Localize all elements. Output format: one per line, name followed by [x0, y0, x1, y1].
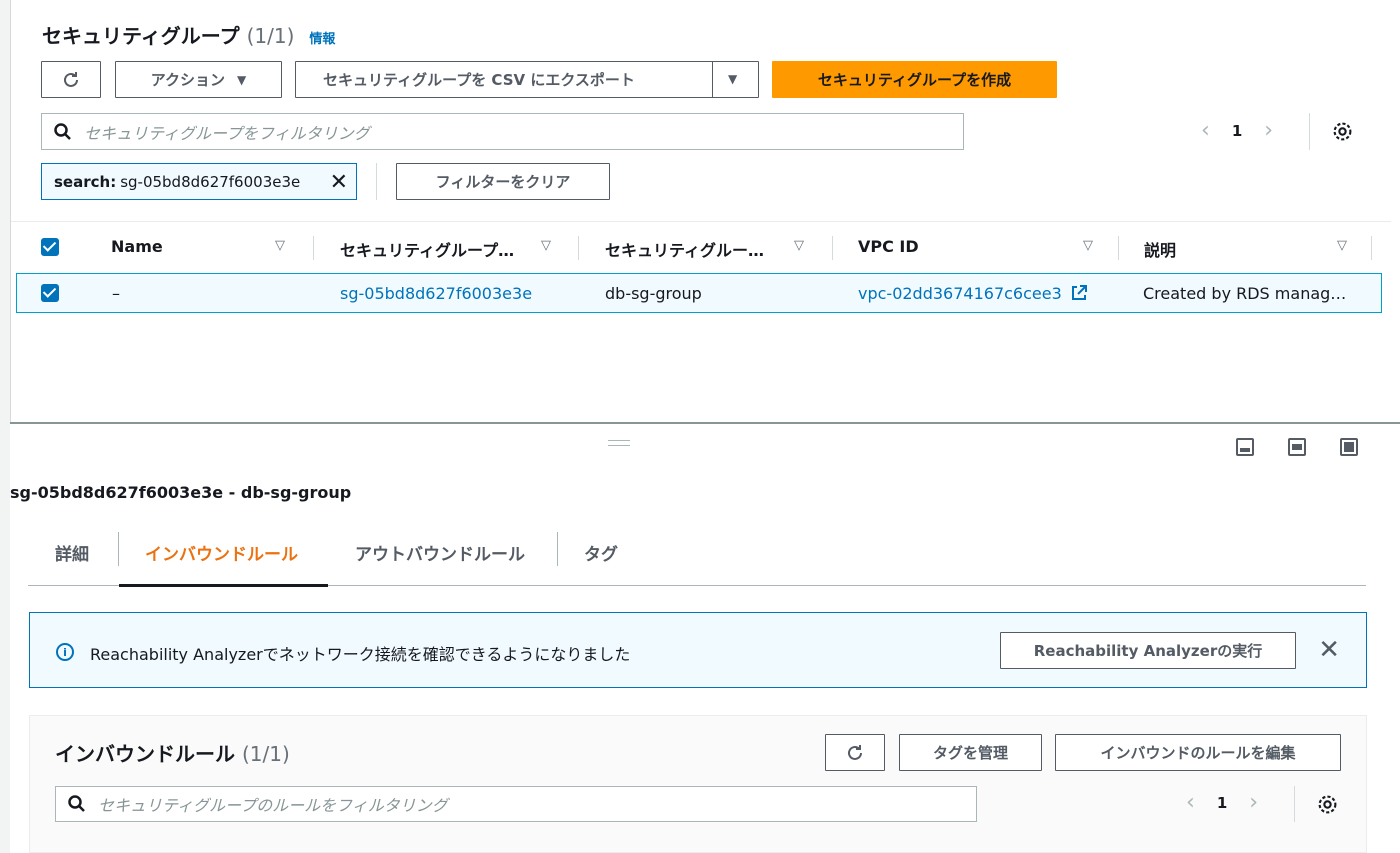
- info-link[interactable]: 情報: [309, 32, 335, 47]
- split-divider: [712, 62, 713, 97]
- current-page[interactable]: 1: [1232, 122, 1242, 140]
- resize-handle-icon[interactable]: [608, 440, 630, 446]
- sort-sg-name-icon[interactable]: ▽: [794, 238, 804, 253]
- column-separator: [578, 236, 579, 260]
- inbound-pagination: ‹ 1 ›: [1186, 790, 1258, 815]
- manage-tags-label: タグを管理: [932, 744, 1008, 762]
- sort-sg-id-icon[interactable]: ▽: [541, 238, 551, 253]
- vpc-id-text: vpc-02dd3674167c6cee3: [858, 284, 1062, 303]
- column-separator: [1371, 236, 1372, 260]
- previous-page-icon[interactable]: ‹: [1201, 118, 1210, 143]
- inbound-title-text: インバウンドルール: [55, 742, 235, 766]
- column-name[interactable]: Name: [111, 237, 163, 256]
- export-label: セキュリティグループを CSV にエクスポート: [323, 71, 635, 89]
- next-page-icon[interactable]: ›: [1249, 790, 1258, 815]
- pagination: ‹ 1 ›: [1201, 118, 1273, 143]
- column-separator: [313, 236, 314, 260]
- tab-outbound-rules[interactable]: アウトバウンドルール: [355, 540, 525, 565]
- next-page-icon[interactable]: ›: [1264, 118, 1273, 143]
- column-vpc-id[interactable]: VPC ID: [858, 237, 919, 256]
- tab-separator: [118, 532, 119, 566]
- panel-layout-controls: [1236, 438, 1358, 456]
- previous-page-icon[interactable]: ‹: [1186, 790, 1195, 815]
- tab-tags[interactable]: タグ: [584, 540, 618, 565]
- search-placeholder: セキュリティグループをフィルタリング: [84, 123, 370, 143]
- export-csv-button[interactable]: セキュリティグループを CSV にエクスポート ▼: [295, 61, 759, 98]
- column-separator: [832, 236, 833, 260]
- search-icon: [68, 795, 85, 812]
- filter-token: search: sg-05bd8d627f6003e3e ✕: [41, 163, 357, 200]
- rules-filter-placeholder: セキュリティグループのルールをフィルタリング: [98, 796, 448, 815]
- cell-sg-name: db-sg-group: [605, 284, 702, 303]
- actions-label: アクション: [150, 71, 226, 89]
- inbound-rules-card: インバウンドルール (1/1) タグを管理 インバウンドのルールを編集 セキュリ…: [29, 715, 1367, 853]
- security-groups-panel: セキュリティグループ (1/1) 情報 アクション ▼ セキュリティグループを …: [10, 0, 1400, 422]
- column-separator: [1118, 236, 1119, 260]
- table-header: Name ▽ セキュリティグループ… ▽ セキュリティグルー… ▽ VPC ID…: [11, 221, 1391, 273]
- cell-name: –: [112, 284, 120, 303]
- sort-vpc-id-icon[interactable]: ▽: [1083, 238, 1093, 253]
- title-text: セキュリティグループ: [42, 24, 240, 48]
- remove-token-icon[interactable]: ✕: [330, 170, 348, 195]
- reachability-label: Reachability Analyzerの実行: [1033, 642, 1263, 660]
- settings-gear-icon[interactable]: [1332, 121, 1353, 146]
- edit-rules-label: インバウンドのルールを編集: [1100, 744, 1296, 762]
- pager-separator: [1294, 786, 1295, 822]
- inbound-refresh-button[interactable]: [825, 734, 885, 771]
- panel-full-icon[interactable]: [1340, 438, 1358, 456]
- manage-tags-button[interactable]: タグを管理: [899, 734, 1042, 771]
- cell-sg-id-link[interactable]: sg-05bd8d627f6003e3e: [340, 284, 532, 303]
- column-description[interactable]: 説明: [1144, 237, 1176, 261]
- refresh-icon: [848, 744, 862, 760]
- token-value: sg-05bd8d627f6003e3e: [120, 172, 301, 191]
- column-sg-id[interactable]: セキュリティグループ…: [340, 237, 514, 261]
- close-icon[interactable]: ✕: [1318, 635, 1340, 665]
- inbound-count: (1/1): [241, 742, 290, 766]
- create-label: セキュリティグループを作成: [817, 71, 1012, 89]
- detail-split-panel: sg-05bd8d627f6003e3e - db-sg-group 詳細 イン…: [10, 424, 1400, 853]
- panel-half-icon[interactable]: [1288, 438, 1306, 456]
- active-tab-indicator: [119, 584, 328, 587]
- info-flashbar: i Reachability Analyzerでネットワーク接続を確認できるよう…: [29, 612, 1367, 688]
- refresh-button[interactable]: [41, 61, 101, 98]
- select-all-checkbox[interactable]: [41, 238, 59, 256]
- inbound-current-page[interactable]: 1: [1217, 794, 1227, 812]
- search-icon: [54, 122, 71, 140]
- run-reachability-analyzer-button[interactable]: Reachability Analyzerの実行: [1000, 632, 1296, 669]
- column-sg-name[interactable]: セキュリティグルー…: [605, 237, 764, 261]
- token-key: search:: [54, 172, 117, 191]
- clear-filters-button[interactable]: フィルターをクリア: [396, 163, 610, 200]
- tab-details[interactable]: 詳細: [55, 540, 89, 565]
- actions-button[interactable]: アクション ▼: [115, 61, 282, 98]
- settings-gear-icon[interactable]: [1317, 794, 1338, 819]
- caret-down-icon: ▼: [237, 72, 247, 87]
- export-dropdown-icon[interactable]: ▼: [728, 72, 737, 86]
- sort-description-icon[interactable]: ▽: [1337, 238, 1347, 253]
- sort-name-icon[interactable]: ▽: [275, 238, 285, 253]
- detail-title: sg-05bd8d627f6003e3e - db-sg-group: [10, 483, 352, 502]
- cell-description: Created by RDS manag…: [1143, 284, 1347, 303]
- security-group-search-input[interactable]: セキュリティグループをフィルタリング: [41, 113, 964, 150]
- info-icon: i: [56, 643, 74, 661]
- cell-vpc-id-link[interactable]: vpc-02dd3674167c6cee3: [858, 284, 1087, 303]
- pager-separator: [1309, 113, 1310, 150]
- page-title: セキュリティグループ (1/1) 情報: [42, 20, 335, 49]
- page: セキュリティグループ (1/1) 情報 アクション ▼ セキュリティグループを …: [0, 0, 1400, 853]
- external-link-icon: [1071, 285, 1087, 300]
- table-row[interactable]: – sg-05bd8d627f6003e3e db-sg-group vpc-0…: [16, 273, 1382, 313]
- rules-filter-input[interactable]: セキュリティグループのルールをフィルタリング: [55, 786, 977, 822]
- edit-inbound-rules-button[interactable]: インバウンドのルールを編集: [1055, 734, 1341, 771]
- title-count: (1/1): [246, 24, 295, 48]
- token-separator: [376, 163, 377, 200]
- create-security-group-button[interactable]: セキュリティグループを作成: [772, 61, 1057, 98]
- tab-separator: [557, 532, 558, 566]
- detail-tabs: 詳細 インバウンドルール アウトバウンドルール タグ: [28, 524, 1366, 587]
- clear-filters-label: フィルターをクリア: [435, 173, 571, 191]
- tab-inbound-rules[interactable]: インバウンドルール: [145, 540, 298, 565]
- inbound-rules-title: インバウンドルール (1/1): [55, 738, 290, 767]
- row-checkbox[interactable]: [41, 284, 59, 302]
- refresh-icon: [64, 71, 78, 87]
- panel-bottom-icon[interactable]: [1236, 438, 1254, 456]
- flash-message: Reachability Analyzerでネットワーク接続を確認できるようにな…: [90, 645, 631, 664]
